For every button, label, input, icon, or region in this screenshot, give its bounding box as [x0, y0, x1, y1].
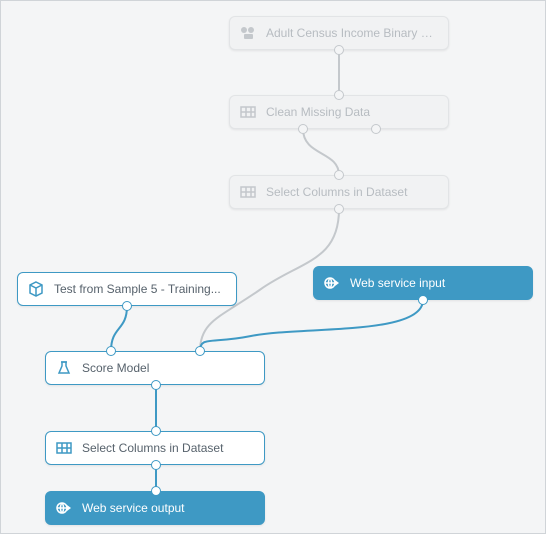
port-out[interactable] [122, 301, 132, 311]
node-label: Clean Missing Data [266, 105, 438, 119]
port-in[interactable] [195, 346, 205, 356]
node-label: Score Model [82, 361, 254, 375]
port-out[interactable] [334, 204, 344, 214]
port-in[interactable] [151, 426, 161, 436]
port-in[interactable] [151, 486, 161, 496]
flask-icon [54, 358, 74, 378]
node-clean-missing-data[interactable]: Clean Missing Data [229, 95, 449, 129]
globe-arrow-icon [54, 498, 74, 518]
port-in[interactable] [106, 346, 116, 356]
node-label: Web service output [82, 501, 254, 515]
port-out[interactable] [151, 460, 161, 470]
pipeline-canvas[interactable]: Adult Census Income Binary C... Clean Mi… [0, 0, 546, 534]
node-label: Adult Census Income Binary C... [266, 26, 438, 40]
port-out[interactable] [298, 124, 308, 134]
node-web-service-output[interactable]: Web service output [45, 491, 265, 525]
grid-icon [238, 102, 258, 122]
port-out[interactable] [371, 124, 381, 134]
grid-icon [238, 182, 258, 202]
globe-arrow-icon [322, 273, 342, 293]
node-label: Select Columns in Dataset [82, 441, 254, 455]
port-out[interactable] [151, 380, 161, 390]
node-label: Select Columns in Dataset [266, 185, 438, 199]
grid-icon [54, 438, 74, 458]
cube-icon [26, 279, 46, 299]
port-in[interactable] [334, 90, 344, 100]
port-out[interactable] [334, 45, 344, 55]
node-label: Web service input [350, 276, 522, 290]
node-label: Test from Sample 5 - Training... [54, 282, 226, 296]
port-out[interactable] [418, 295, 428, 305]
dataset-icon [238, 23, 258, 43]
port-in[interactable] [334, 170, 344, 180]
